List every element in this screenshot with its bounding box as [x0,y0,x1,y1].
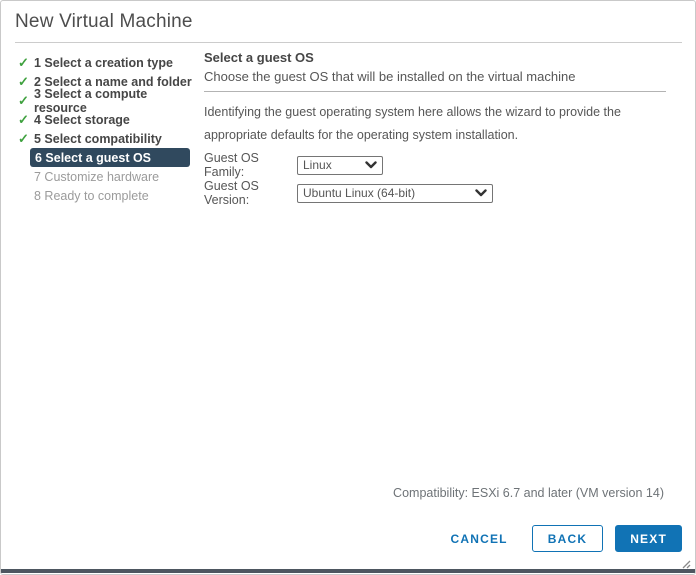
checkmark-icon: ✓ [18,54,29,70]
dialog-title: New Virtual Machine [15,11,193,32]
content-divider [204,91,666,92]
compatibility-status: Compatibility: ESXi 6.7 and later (VM ve… [393,486,664,500]
checkmark-icon: ✓ [18,73,29,89]
step-1-select-creation-type[interactable]: ✓ 1 Select a creation type [15,53,201,72]
chevron-down-icon [365,161,377,169]
new-vm-wizard-dialog: New Virtual Machine ✓ 1 Select a creatio… [0,0,696,575]
resize-handle-icon[interactable] [682,556,691,569]
footer-buttons: CANCEL BACK NEXT [447,525,682,552]
guest-os-version-select[interactable]: Ubuntu Linux (64-bit) [297,183,493,203]
step-3-select-compute-resource[interactable]: ✓ 3 Select a compute resource [15,87,201,115]
dialog-bottom-edge [1,569,695,573]
step-7-customize-hardware: 7 Customize hardware [34,169,160,184]
checkmark-icon: ✓ [18,111,29,127]
page-heading: Select a guest OS [204,50,314,65]
guest-os-version-row: Guest OS Version: Ubuntu Linux (64-bit) [204,179,493,207]
chevron-down-icon [475,189,487,197]
next-button[interactable]: NEXT [615,525,682,552]
guest-os-description: Identifying the guest operating system h… [204,105,621,142]
wizard-steps-sidebar: ✓ 1 Select a creation type ✓ 2 Select a … [15,53,201,205]
guest-os-family-row: Guest OS Family: Linux [204,151,383,179]
cancel-button[interactable]: CANCEL [447,525,512,552]
checkmark-icon: ✓ [18,130,29,146]
step-5-select-compatibility[interactable]: ✓ 5 Select compatibility [15,129,201,148]
checkmark-icon: ✓ [18,92,29,108]
guest-os-family-select[interactable]: Linux [297,155,383,175]
guest-os-version-value: Ubuntu Linux (64-bit) [303,186,416,200]
guest-os-family-label: Guest OS Family: [204,151,259,179]
back-button[interactable]: BACK [531,525,604,552]
title-divider [15,42,682,43]
guest-os-family-value: Linux [303,158,332,172]
step-8-ready-to-complete: 8 Ready to complete [34,188,149,203]
guest-os-version-label: Guest OS Version: [204,179,259,207]
page-subheading: Choose the guest OS that will be install… [204,69,576,84]
step-6-select-guest-os[interactable]: 6 Select a guest OS [30,148,190,167]
